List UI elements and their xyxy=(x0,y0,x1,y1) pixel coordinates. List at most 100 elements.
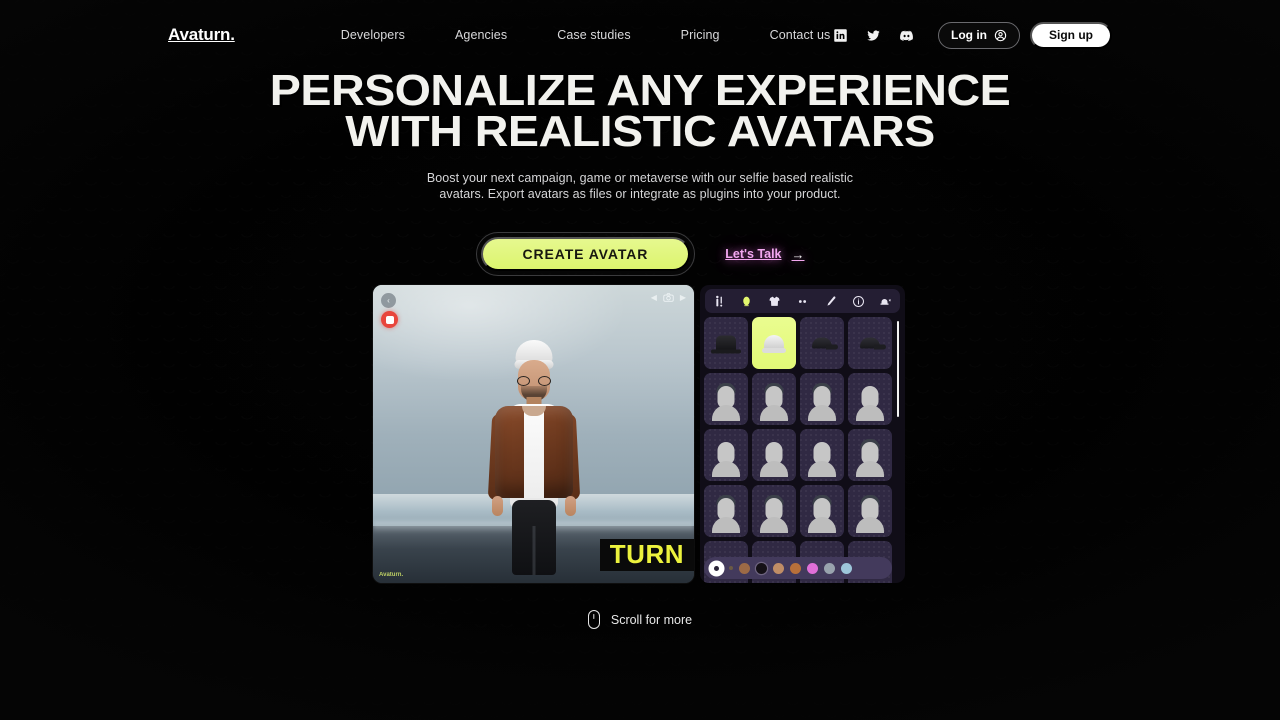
navbar-actions: Log in Sign up xyxy=(833,21,1112,49)
color-swatch[interactable] xyxy=(841,562,852,574)
avatar-glasses xyxy=(516,376,551,386)
asset-grid xyxy=(704,317,892,583)
color-swatch[interactable] xyxy=(807,562,818,574)
body-icon[interactable] xyxy=(712,294,726,308)
lets-talk-link[interactable]: Let's Talk → xyxy=(725,247,804,262)
hair-bald-thumb xyxy=(855,385,885,421)
color-swatch[interactable] xyxy=(756,562,767,574)
asset-tile-selected[interactable] xyxy=(752,317,796,369)
hair-thumb xyxy=(855,439,885,477)
color-swatch[interactable] xyxy=(790,562,801,574)
avatar-viewport[interactable]: ‹ ◀ ▶ TURN Avaturn. xyxy=(373,285,694,583)
asset-grid-scrollbar[interactable] xyxy=(897,321,899,417)
camera-prev-button[interactable]: ◀ xyxy=(651,293,657,302)
login-button-label: Log in xyxy=(951,28,987,42)
linkedin-icon[interactable] xyxy=(833,28,848,43)
arrow-right-icon: → xyxy=(791,246,805,262)
brand-logo[interactable]: Avaturn. xyxy=(168,25,235,45)
viewport-camera-controls: ◀ ▶ xyxy=(651,293,686,302)
nav-link-pricing[interactable]: Pricing xyxy=(681,22,720,48)
head-icon[interactable] xyxy=(740,294,754,308)
headline-line-2: WITH REALISTIC AVATARS xyxy=(345,107,935,156)
color-swatch[interactable] xyxy=(729,566,733,570)
page-title: PERSONALIZE ANY EXPERIENCE WITH REALISTI… xyxy=(0,66,1280,156)
editor-toolbar xyxy=(705,289,900,313)
nav-link-developers[interactable]: Developers xyxy=(341,22,405,48)
hair-bald-thumb xyxy=(759,441,789,477)
asset-tile[interactable] xyxy=(848,429,892,481)
asset-tile[interactable] xyxy=(800,485,844,537)
avatar-pants xyxy=(511,500,556,575)
discord-icon[interactable] xyxy=(899,28,914,43)
twitter-icon[interactable] xyxy=(866,28,881,43)
nav-link-contact-us[interactable]: Contact us xyxy=(770,22,831,48)
viewport-back-button[interactable]: ‹ xyxy=(381,293,396,308)
scroll-hint-label: Scroll for more xyxy=(610,612,693,627)
asset-tile[interactable] xyxy=(752,373,796,425)
asset-tile[interactable] xyxy=(848,485,892,537)
create-avatar-button-ring: CREATE AVATAR xyxy=(475,232,696,276)
turn-badge: TURN xyxy=(599,539,694,571)
hat-cap-thumb xyxy=(860,337,886,350)
headline-line-1: PERSONALIZE ANY EXPERIENCE xyxy=(269,66,1011,115)
app-mockup: ‹ ◀ ▶ TURN Avaturn. xyxy=(373,285,905,585)
color-swatch[interactable] xyxy=(824,562,835,574)
avatar-hand-left xyxy=(491,496,503,516)
hat-top-thumb xyxy=(711,335,741,354)
asset-tile[interactable] xyxy=(848,317,892,369)
info-icon[interactable] xyxy=(851,294,865,308)
create-avatar-button[interactable]: CREATE AVATAR xyxy=(480,237,691,271)
camera-next-button[interactable]: ▶ xyxy=(680,293,686,302)
asset-tile[interactable] xyxy=(752,485,796,537)
hero-subtitle: Boost your next campaign, game or metave… xyxy=(0,170,1280,202)
nav-links: Developers Agencies Case studies Pricing… xyxy=(341,22,831,48)
asset-tile[interactable] xyxy=(704,485,748,537)
nav-link-case-studies[interactable]: Case studies xyxy=(557,22,630,48)
top-navbar: Avaturn. Developers Agencies Case studie… xyxy=(0,0,1280,70)
hair-thumb xyxy=(711,495,741,533)
asset-tile[interactable] xyxy=(800,429,844,481)
user-avatar-icon xyxy=(994,29,1007,41)
viewport-record-button[interactable] xyxy=(381,311,398,328)
color-swatch[interactable] xyxy=(773,562,784,574)
hero-subtitle-line-1: Boost your next campaign, game or metave… xyxy=(426,171,854,185)
hero-subtitle-line-2: avatars. Export avatars as files or inte… xyxy=(439,187,841,201)
hair-bald-thumb xyxy=(807,441,837,477)
avatar-leather-jacket xyxy=(494,406,573,498)
hair-thumb xyxy=(711,383,741,421)
asset-tile[interactable] xyxy=(704,317,748,369)
hair-thumb xyxy=(855,495,885,533)
lets-talk-label: Let's Talk xyxy=(725,247,782,261)
color-swatch-selected[interactable] xyxy=(710,561,723,575)
avatar-hand-right xyxy=(564,496,576,516)
asset-tile[interactable] xyxy=(704,373,748,425)
eyes-icon[interactable] xyxy=(795,294,809,308)
hair-thumb xyxy=(759,495,789,533)
hair-bald-thumb xyxy=(711,441,741,477)
asset-tile[interactable] xyxy=(800,317,844,369)
login-button[interactable]: Log in xyxy=(938,21,1020,49)
hero-section: PERSONALIZE ANY EXPERIENCE WITH REALISTI… xyxy=(0,66,1280,276)
hair-thumb xyxy=(759,383,789,421)
asset-tile[interactable] xyxy=(800,373,844,425)
signup-button[interactable]: Sign up xyxy=(1030,21,1112,49)
avatar-model[interactable] xyxy=(474,340,594,575)
scroll-hint[interactable]: Scroll for more xyxy=(0,610,1280,629)
hair-thumb xyxy=(807,495,837,533)
shirt-icon[interactable] xyxy=(768,294,782,308)
social-links xyxy=(833,28,914,43)
asset-tile[interactable] xyxy=(848,373,892,425)
nav-link-agencies[interactable]: Agencies xyxy=(455,22,507,48)
color-swatch-bar xyxy=(704,557,892,579)
hero-cta-row: CREATE AVATAR Let's Talk → xyxy=(0,232,1280,276)
camera-icon[interactable] xyxy=(663,293,674,302)
viewport-watermark: Avaturn. xyxy=(379,572,404,578)
brush-icon[interactable] xyxy=(823,294,837,308)
editor-panel xyxy=(700,285,905,583)
asset-tile[interactable] xyxy=(704,429,748,481)
asset-tile[interactable] xyxy=(752,429,796,481)
mouse-icon xyxy=(587,610,600,629)
color-swatch[interactable] xyxy=(739,562,750,574)
remove-hat-icon[interactable] xyxy=(879,294,893,308)
hat-cap-thumb xyxy=(812,337,838,350)
